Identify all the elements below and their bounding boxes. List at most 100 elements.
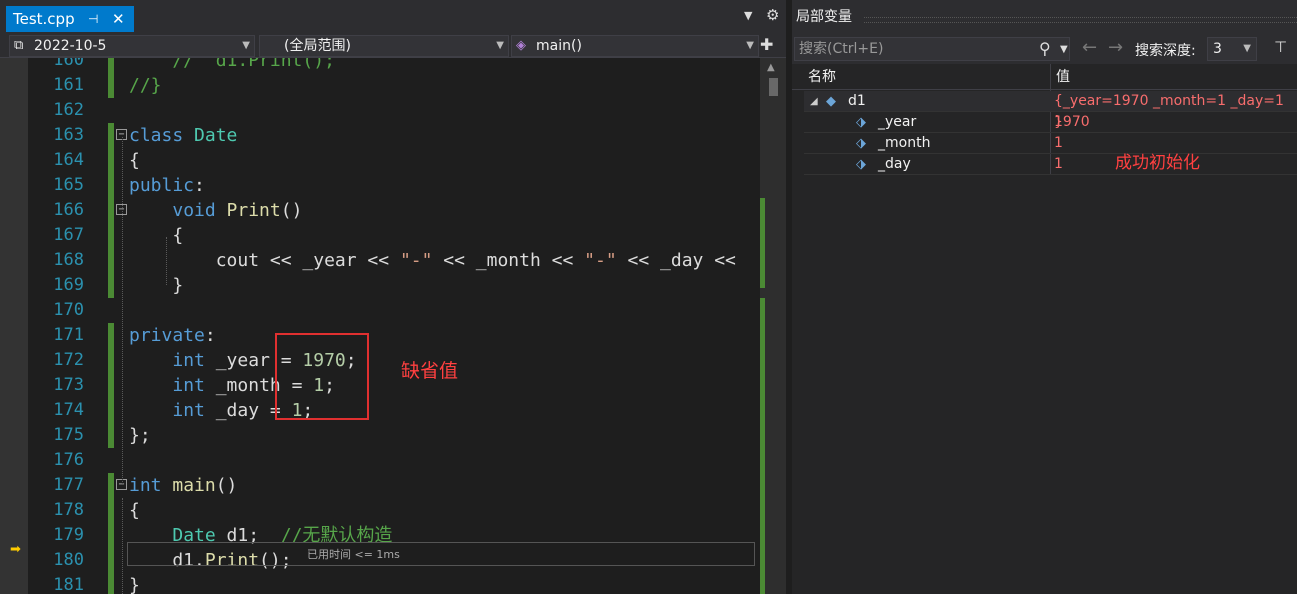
code-line[interactable]: 169 } [28, 273, 760, 298]
pin-columns-icon[interactable]: ⊤ [1274, 38, 1287, 56]
vertical-scrollbar[interactable]: ▲ [760, 58, 786, 594]
code-token: int [172, 375, 216, 396]
search-depth-value: 3 [1213, 41, 1222, 57]
scrollbar-thumb[interactable] [769, 78, 778, 96]
code-token: // d1.Print(); [129, 58, 335, 71]
code-token: { [129, 500, 140, 521]
variable-name: _month [878, 135, 931, 151]
code-line[interactable]: 164 { [28, 148, 760, 173]
title-grip[interactable] [864, 17, 1297, 23]
search-previous-icon[interactable]: ← [1082, 37, 1097, 58]
code-line[interactable]: 178 { [28, 498, 760, 523]
code-line[interactable]: 171 private: [28, 323, 760, 348]
search-icon[interactable]: ⚲ [1039, 38, 1051, 60]
locals-toolbar: 搜索(Ctrl+E) ⚲ ▼ ← → 搜索深度: 3 ▼ ⊤ [792, 34, 1297, 64]
tab-test-cpp[interactable]: Test.cpp ⊣ ✕ [6, 6, 134, 32]
variable-value[interactable]: 1 [1054, 133, 1063, 154]
search-depth-dropdown[interactable]: 3 ▼ [1207, 37, 1257, 61]
code-line[interactable]: 167 { [28, 223, 760, 248]
split-icon[interactable]: ✚ [760, 35, 773, 54]
line-number: 177 [53, 475, 84, 495]
code-token: class [129, 125, 195, 146]
change-bar [108, 548, 114, 573]
change-bar [108, 498, 114, 523]
line-number: 170 [53, 300, 84, 320]
chevron-down-icon: ▼ [1243, 43, 1251, 54]
search-next-icon[interactable]: → [1108, 37, 1123, 58]
locals-row[interactable]: ⬗ _month 1 [804, 133, 1297, 154]
tab-label: Test.cpp [13, 10, 75, 28]
line-number: 160 [53, 58, 84, 70]
locals-row[interactable]: ⬗ _day 1 [804, 154, 1297, 175]
line-number: 172 [53, 350, 84, 370]
code-line[interactable]: 168 cout << _year << "-" << _month << "-… [28, 248, 760, 273]
code-token: main [172, 475, 216, 496]
method-icon: ◈ [516, 38, 526, 53]
code-token: { [129, 150, 140, 171]
code-line[interactable]: 177− int main() [28, 473, 760, 498]
code-text: }; [129, 423, 151, 448]
code-line[interactable]: 173 int _month = 1; [28, 373, 760, 398]
code-token: void [172, 200, 227, 221]
code-area[interactable]: ➡ 160 // d1.Print(); 161 //} 162 163− class D… [0, 58, 760, 594]
current-line-highlight [127, 542, 755, 566]
code-line[interactable]: 176 [28, 448, 760, 473]
code-line[interactable]: 175}; [28, 423, 760, 448]
code-line[interactable]: 166− void Print() [28, 198, 760, 223]
code-line[interactable]: 161 //} [28, 73, 760, 98]
change-bar [108, 123, 114, 148]
elapsed-time-perftip: 已用时间 <= 1ms [307, 548, 400, 561]
code-token: }; [129, 425, 151, 446]
locals-row[interactable]: ◢ ◆ d1 {_year=1970 _month=1 _day=1 } [804, 91, 1297, 130]
locals-grid-header: 名称 值 [792, 64, 1297, 90]
chevron-down-icon: ▼ [242, 40, 250, 51]
code-line[interactable]: 165 public: [28, 173, 760, 198]
code-line[interactable]: 181} [28, 573, 760, 594]
tab-list-dropdown-icon[interactable]: ▼ [744, 9, 752, 22]
change-bar [108, 248, 114, 273]
gear-icon[interactable]: ⚙ [766, 6, 779, 24]
code-token: public [129, 175, 195, 196]
code-line[interactable]: 174 int _day = 1; [28, 398, 760, 423]
line-number: 168 [53, 250, 84, 270]
indent-guide [166, 237, 167, 285]
code-line[interactable]: 170 [28, 298, 760, 323]
change-bar [108, 273, 114, 298]
code-line[interactable]: 163− class Date [28, 123, 760, 148]
code-line[interactable]: 160 // d1.Print(); [28, 58, 760, 73]
code-token: "-" [399, 250, 433, 271]
annotation-default-values: 缺省值 [401, 360, 459, 382]
project-dropdown[interactable]: ⧉ 2022-10-5 ▼ [9, 35, 255, 57]
pin-icon[interactable]: ⊣ [88, 6, 98, 32]
locals-row[interactable]: ⬗ _year 1970 [804, 112, 1297, 133]
code-token: int [172, 350, 216, 371]
column-header-value[interactable]: 值 [1056, 64, 1070, 90]
scope-dropdown[interactable]: (全局范围) ▼ [259, 35, 509, 57]
chevron-down-icon: ▼ [746, 40, 754, 51]
code-line[interactable]: 162 [28, 98, 760, 123]
code-token: { [129, 225, 184, 246]
code-token: //} [129, 75, 162, 96]
locals-window: 局部变量 搜索(Ctrl+E) ⚲ ▼ ← → 搜索深度: 3 ▼ ⊤ 名称 值… [792, 0, 1297, 594]
search-input[interactable]: 搜索(Ctrl+E) ⚲ ▼ [794, 37, 1070, 61]
line-number: 164 [53, 150, 84, 170]
search-options-dropdown-icon[interactable]: ▼ [1060, 39, 1068, 61]
member-dropdown[interactable]: ◈ main() ▼ [511, 35, 759, 57]
line-number: 162 [53, 100, 84, 120]
code-line[interactable]: 172 int _year = 1970; [28, 348, 760, 373]
code-token: << _month << [432, 250, 585, 271]
member-label: main() [536, 38, 582, 54]
scroll-up-icon[interactable]: ▲ [767, 62, 775, 73]
column-header-name[interactable]: 名称 [808, 64, 836, 90]
code-text: private: [129, 323, 216, 348]
code-token: : [194, 175, 205, 196]
line-number: 178 [53, 500, 84, 520]
code-text: } [129, 273, 183, 298]
close-icon[interactable]: ✕ [112, 6, 125, 32]
indent-guide [122, 498, 123, 594]
expand-icon[interactable]: ◢ [810, 91, 818, 112]
variable-value[interactable]: 1 [1054, 154, 1063, 175]
code-text: cout << _year << "-" << _month << "-" <<… [129, 248, 736, 273]
variable-value[interactable]: 1970 [1054, 112, 1090, 133]
line-number: 165 [53, 175, 84, 195]
